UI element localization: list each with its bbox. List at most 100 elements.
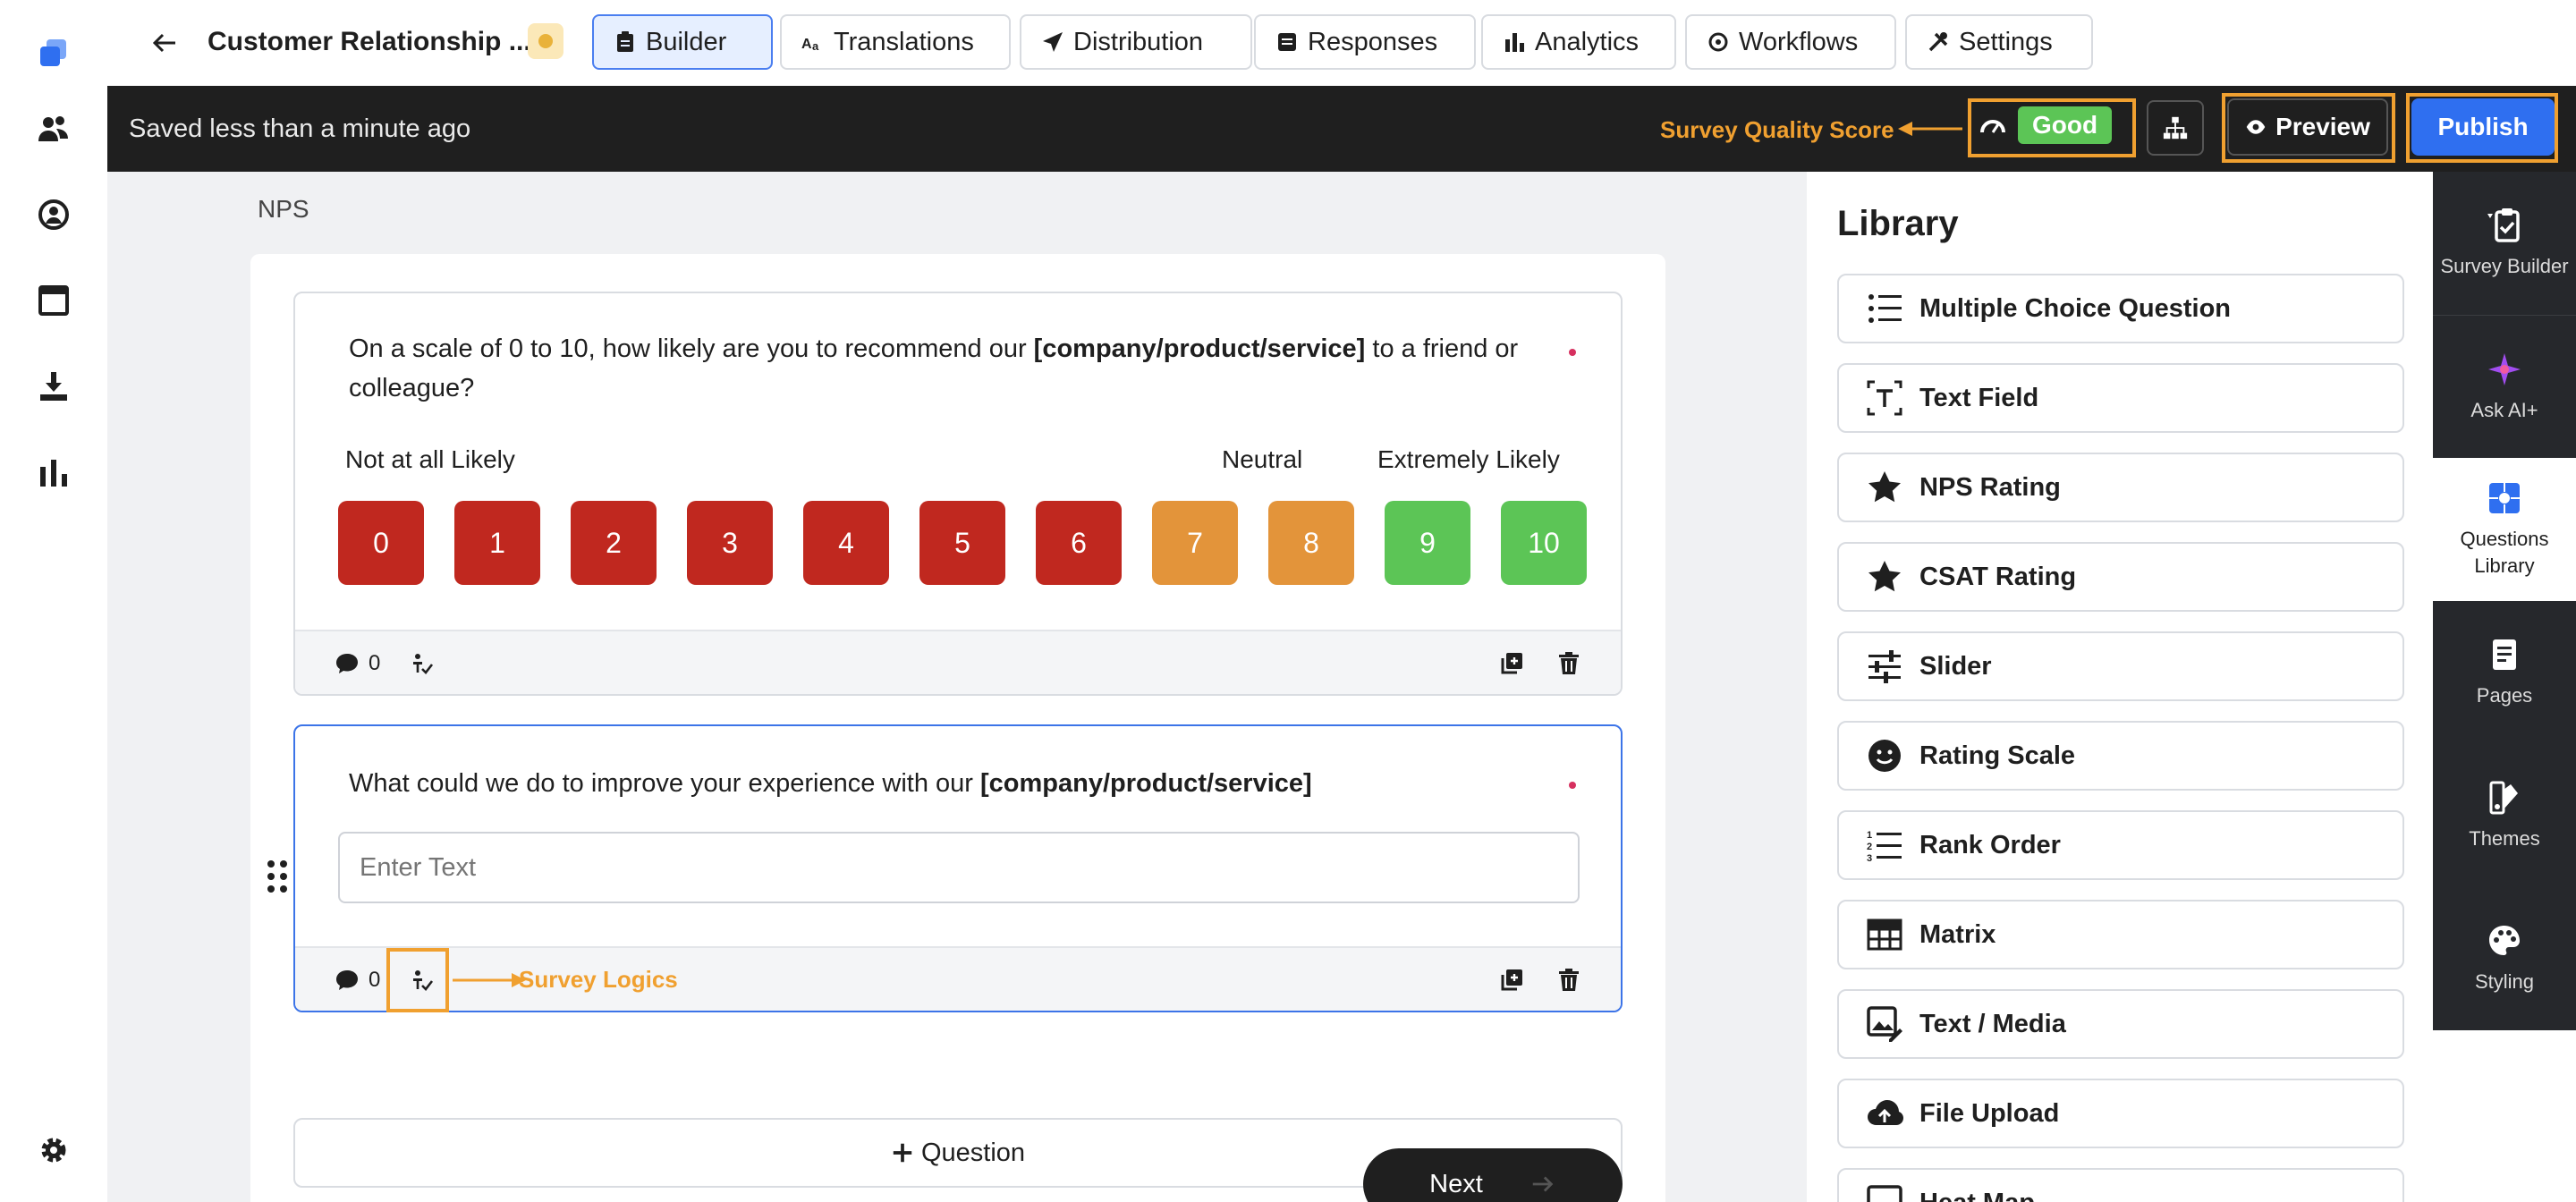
- logic-icon: [413, 654, 434, 674]
- nav-themes[interactable]: Themes: [2433, 744, 2576, 887]
- library-item-text-media[interactable]: Text / Media: [1837, 989, 2404, 1059]
- tab-builder[interactable]: Builder: [592, 14, 773, 70]
- nav-ask-ai[interactable]: Ask AI+: [2433, 315, 2576, 458]
- library-item-label: Heat Map: [1919, 1189, 2035, 1202]
- people-icon[interactable]: [32, 107, 75, 150]
- project-title[interactable]: Customer Relationship ...: [208, 27, 531, 57]
- library-item-multiple-choice-question[interactable]: Multiple Choice Question: [1837, 274, 2404, 343]
- publish-button[interactable]: Publish: [2411, 98, 2555, 156]
- tab-workflows[interactable]: Workflows: [1685, 14, 1896, 70]
- question-card-nps[interactable]: On a scale of 0 to 10, how likely are yo…: [293, 292, 1623, 696]
- library-item-rank-order[interactable]: 1 2 3 Rank Order: [1837, 810, 2404, 880]
- question-text[interactable]: What could we do to improve your experie…: [349, 764, 1538, 803]
- annotation-arrow-icon: [1898, 122, 1962, 136]
- library-item-label: Multiple Choice Question: [1919, 293, 2232, 323]
- tab-label: Responses: [1308, 27, 1438, 56]
- clipboard-icon: [617, 31, 633, 52]
- question-footer: 0: [295, 630, 1621, 694]
- browser-window-icon[interactable]: [32, 279, 75, 322]
- nav-label: Ask AI+: [2470, 398, 2538, 421]
- list-icon: [1278, 33, 1296, 51]
- question-card-text[interactable]: What could we do to improve your experie…: [293, 724, 1623, 1012]
- survey-page: On a scale of 0 to 10, how likely are yo…: [250, 254, 1665, 1202]
- tab-responses[interactable]: Responses: [1254, 14, 1476, 70]
- duplicate-icon: [1501, 653, 1522, 674]
- svg-text:a: a: [812, 39, 819, 53]
- nps-option-1[interactable]: 1: [454, 501, 540, 585]
- tab-label: Settings: [1959, 27, 2053, 56]
- nps-option-8[interactable]: 8: [1268, 501, 1354, 585]
- save-status: Saved less than a minute ago: [129, 114, 471, 143]
- support-agent-icon[interactable]: [32, 193, 75, 236]
- palette-icon: [2489, 926, 2520, 955]
- top-bar: Customer Relationship ... Builder Aa Tra…: [107, 0, 2576, 86]
- survey-quality-score[interactable]: Good: [1970, 98, 2136, 152]
- workflow-icon: [1708, 32, 1728, 52]
- nav-questions-library[interactable]: Questions Library: [2433, 458, 2576, 601]
- scale-label-high: Extremely Likely: [1377, 445, 1560, 473]
- library-item-label: Matrix: [1919, 919, 1996, 949]
- preview-button[interactable]: Preview: [2227, 98, 2388, 156]
- cloud-upload-icon: [1868, 1100, 1903, 1125]
- duplicate-question-button[interactable]: [1499, 651, 1524, 676]
- library-item-slider[interactable]: Slider: [1837, 631, 2404, 701]
- comments-button[interactable]: 0: [335, 651, 380, 676]
- delete-question-button[interactable]: [1556, 651, 1581, 676]
- tab-distribution[interactable]: Distribution: [1020, 14, 1252, 70]
- app-logo-icon[interactable]: [32, 32, 75, 75]
- themes-icon: [2489, 781, 2518, 815]
- nps-option-5[interactable]: 5: [919, 501, 1005, 585]
- nps-option-10[interactable]: 10: [1501, 501, 1587, 585]
- tab-settings[interactable]: Settings: [1905, 14, 2093, 70]
- answer-text-input[interactable]: [338, 832, 1580, 903]
- nps-option-9[interactable]: 9: [1385, 501, 1470, 585]
- gear-icon[interactable]: [32, 1129, 75, 1172]
- library-item-label: Text Field: [1919, 383, 2039, 412]
- library-item-rating-scale[interactable]: Rating Scale: [1837, 721, 2404, 791]
- library-item-heat-map[interactable]: Heat Map: [1837, 1168, 2404, 1202]
- nav-pages[interactable]: Pages: [2433, 601, 2576, 744]
- svg-text:2: 2: [1867, 842, 1872, 852]
- question-text[interactable]: On a scale of 0 to 10, how likely are yo…: [349, 329, 1538, 408]
- scale-label-mid: Neutral: [1222, 445, 1303, 473]
- survey-logic-button[interactable]: [410, 651, 435, 676]
- library-item-text-field[interactable]: Text Field: [1837, 363, 2404, 433]
- text-field-icon: [1867, 380, 1902, 416]
- star-icon: [1868, 471, 1901, 503]
- nps-option-4[interactable]: 4: [803, 501, 889, 585]
- duplicate-icon: [1501, 969, 1522, 991]
- send-icon: [1043, 32, 1063, 52]
- library-item-nps-rating[interactable]: NPS Rating: [1837, 453, 2404, 522]
- nav-survey-builder[interactable]: Survey Builder: [2433, 172, 2576, 315]
- nps-option-0[interactable]: 0: [338, 501, 424, 585]
- library-item-csat-rating[interactable]: CSAT Rating: [1837, 542, 2404, 612]
- download-tray-icon[interactable]: [32, 365, 75, 408]
- scale-label-low: Not at all Likely: [345, 445, 515, 473]
- next-button[interactable]: Next: [1363, 1148, 1623, 1202]
- tab-translations[interactable]: Aa Translations: [780, 14, 1011, 70]
- survey-flow-button[interactable]: [2147, 100, 2204, 156]
- nav-styling[interactable]: Styling: [2433, 887, 2576, 1030]
- comment-icon: [336, 654, 358, 673]
- survey-quality-annotation: Survey Quality Score: [1660, 116, 1894, 143]
- back-arrow-icon[interactable]: [143, 21, 186, 64]
- bar-chart-icon[interactable]: [32, 451, 75, 494]
- trash-icon: [1559, 652, 1579, 674]
- builder-toolbar: Saved less than a minute ago Survey Qual…: [107, 86, 2576, 172]
- library-item-matrix[interactable]: Matrix: [1837, 900, 2404, 969]
- nps-option-2[interactable]: 2: [571, 501, 657, 585]
- drag-handle-icon[interactable]: [265, 857, 290, 896]
- duplicate-question-button[interactable]: [1499, 968, 1524, 993]
- questions-library-icon: [2489, 483, 2520, 513]
- comments-button[interactable]: 0: [335, 968, 380, 993]
- nps-option-3[interactable]: 3: [687, 501, 773, 585]
- tab-analytics[interactable]: Analytics: [1481, 14, 1676, 70]
- library-item-file-upload[interactable]: File Upload: [1837, 1079, 2404, 1148]
- nav-label: Survey Builder: [2440, 255, 2569, 277]
- nps-option-7[interactable]: 7: [1152, 501, 1238, 585]
- delete-question-button[interactable]: [1556, 968, 1581, 993]
- nps-option-6[interactable]: 6: [1036, 501, 1122, 585]
- page-name[interactable]: NPS: [258, 195, 309, 224]
- media-icon: [1867, 1006, 1902, 1042]
- add-question-label: Question: [920, 1138, 1026, 1167]
